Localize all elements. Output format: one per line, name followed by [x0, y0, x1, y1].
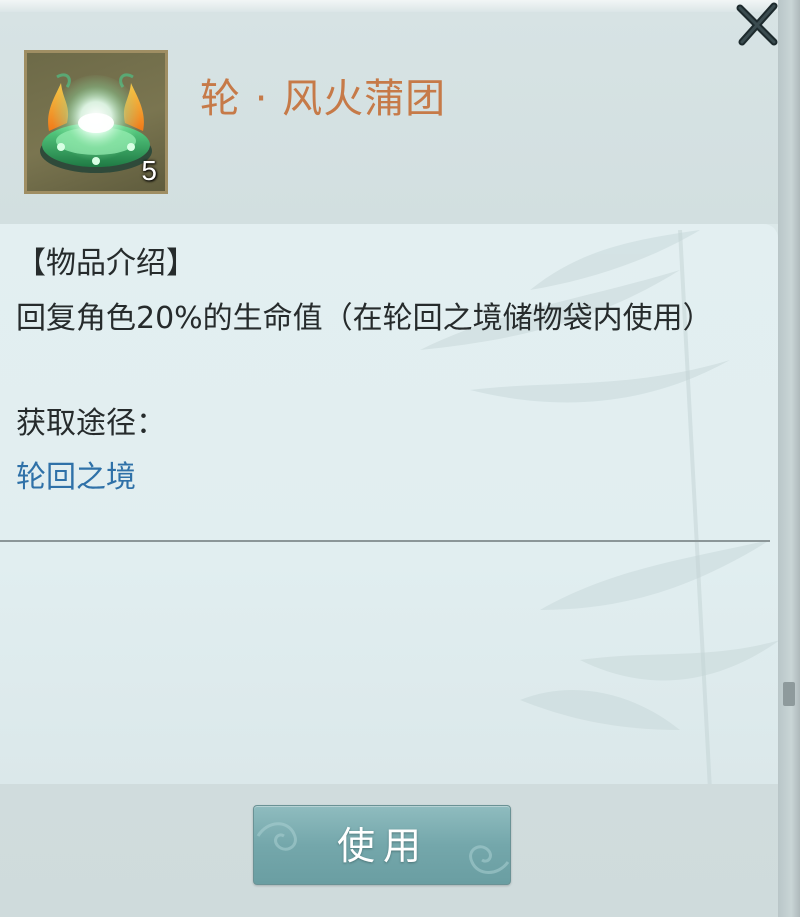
- source-label: 获取途径：: [16, 406, 166, 441]
- close-icon[interactable]: [734, 2, 780, 46]
- item-tooltip-panel: 5 轮 · 风火蒲团 【物品介绍】 回复角色20%的生命值（在轮回之境储物袋内使…: [0, 0, 778, 917]
- item-name: 轮 · 风火蒲团: [200, 76, 447, 122]
- scrollbar-track[interactable]: [778, 0, 800, 917]
- source-link[interactable]: 轮回之境: [16, 452, 136, 496]
- scrollbar-thumb[interactable]: [783, 682, 795, 706]
- divider: [0, 540, 770, 542]
- item-icon-slot[interactable]: 5: [24, 50, 168, 194]
- item-description: 回复角色20%的生命值（在轮回之境储物袋内使用）: [16, 301, 713, 336]
- section-heading-item-intro: 【物品介绍】: [16, 246, 196, 281]
- use-button[interactable]: 使用: [253, 805, 511, 885]
- use-button-label: 使用: [336, 824, 429, 868]
- item-count: 5: [141, 155, 157, 186]
- panel-top-border: [0, 0, 778, 12]
